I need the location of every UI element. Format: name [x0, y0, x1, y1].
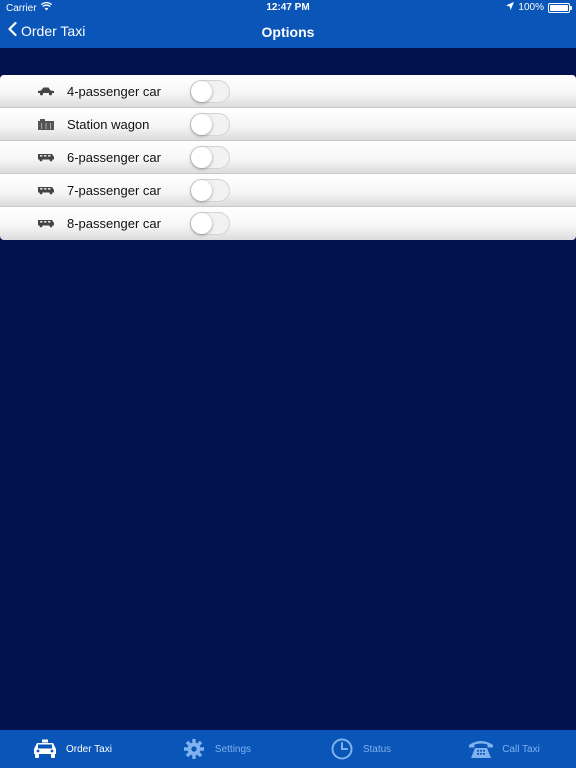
option-row-6-passenger-car[interactable]: 6-passenger car: [0, 141, 576, 174]
toggle-switch[interactable]: [190, 179, 230, 202]
taxi-icon: [32, 738, 58, 760]
toggle-switch[interactable]: [190, 146, 230, 169]
battery-icon: [548, 2, 572, 13]
tab-settings[interactable]: Settings: [144, 730, 288, 768]
tab-status[interactable]: Status: [288, 730, 432, 768]
page-title: Options: [261, 24, 315, 40]
option-label: 4-passenger car: [67, 84, 161, 99]
clock-icon: [329, 738, 355, 760]
options-list: 4-passenger car Station wagon 6-passenge…: [0, 75, 576, 240]
option-row-8-passenger-car[interactable]: 8-passenger car: [0, 207, 576, 240]
tab-label: Order Taxi: [66, 743, 112, 755]
option-label: 6-passenger car: [67, 150, 161, 165]
option-row-7-passenger-car[interactable]: 7-passenger car: [0, 174, 576, 207]
option-row-4-passenger-car[interactable]: 4-passenger car: [0, 75, 576, 108]
van-icon: [36, 183, 56, 197]
option-label: 8-passenger car: [67, 216, 161, 231]
option-row-station-wagon[interactable]: Station wagon: [0, 108, 576, 141]
tab-bar: Order Taxi Settings Status Call Taxi: [0, 730, 576, 768]
clock-time: 12:47 PM: [266, 2, 310, 13]
toggle-switch[interactable]: [190, 113, 230, 136]
tab-label: Settings: [214, 743, 252, 755]
toggle-knob: [191, 147, 212, 168]
van-icon: [36, 150, 56, 164]
status-right: 100%: [506, 2, 572, 13]
tab-order-taxi[interactable]: Order Taxi: [0, 730, 144, 768]
option-label: Station wagon: [67, 117, 150, 132]
status-bar: Carrier 12:47 PM 100%: [0, 0, 576, 16]
toggle-switch[interactable]: [190, 80, 230, 103]
tab-label: Status: [362, 743, 392, 755]
toggle-switch[interactable]: [190, 212, 230, 235]
telephone-icon: [468, 738, 494, 760]
option-label: 7-passenger car: [67, 183, 161, 198]
top-bar: Carrier 12:47 PM 100% Order Taxi Options: [0, 0, 576, 48]
gear-icon: [181, 738, 207, 760]
tab-call-taxi[interactable]: Call Taxi: [432, 730, 576, 768]
toggle-knob: [191, 81, 212, 102]
toggle-knob: [191, 213, 212, 234]
sedan-icon: [36, 84, 56, 98]
toggle-knob: [191, 180, 212, 201]
station-wagon-icon: [36, 117, 56, 131]
toggle-knob: [191, 114, 212, 135]
battery-percent: 100%: [518, 2, 544, 13]
van-icon: [36, 216, 56, 230]
location-arrow-icon: [506, 2, 515, 13]
nav-bar: Order Taxi Options: [0, 16, 576, 48]
tab-label: Call Taxi: [502, 743, 540, 755]
